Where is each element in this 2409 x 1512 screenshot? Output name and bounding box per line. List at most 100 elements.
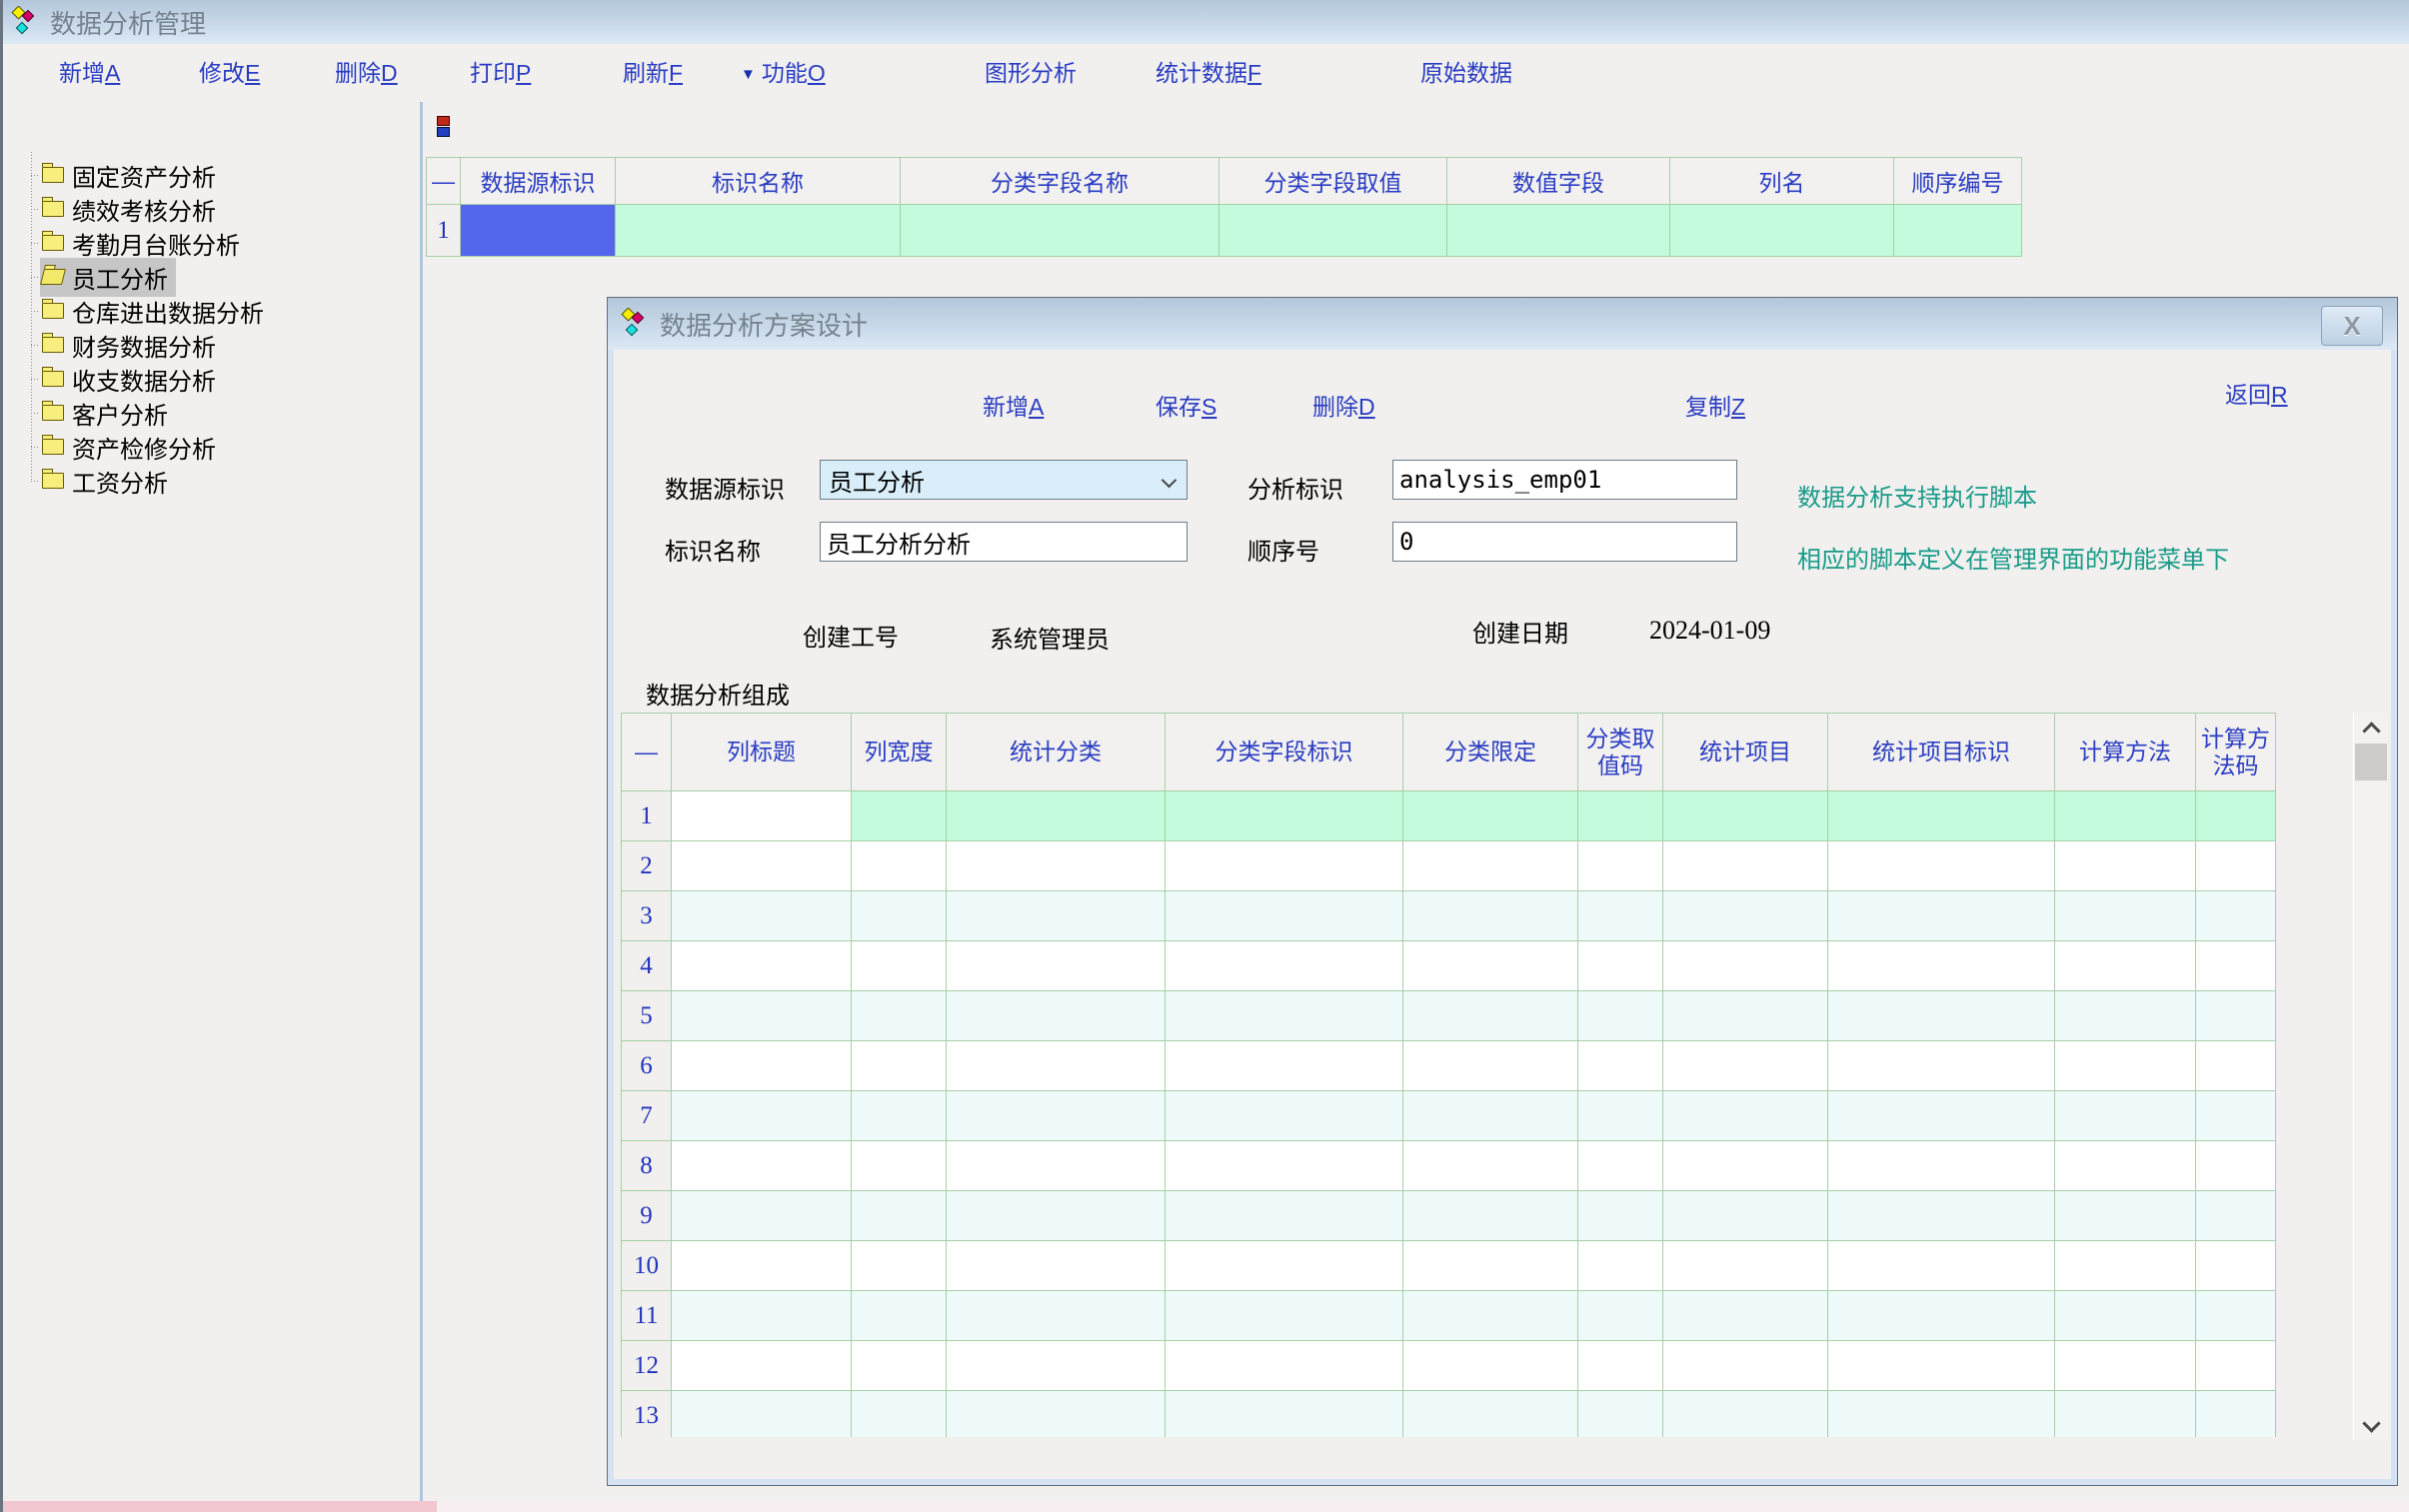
column-header[interactable]: 标识名称: [616, 158, 901, 205]
grid-cell[interactable]: [2055, 791, 2196, 841]
grid-cell[interactable]: [1166, 791, 1403, 841]
grid-cell[interactable]: [2196, 941, 2276, 991]
grid-cell[interactable]: [1828, 1341, 2055, 1391]
column-header[interactable]: 分类取值码: [1578, 714, 1663, 791]
grid-cell[interactable]: [1166, 1141, 1403, 1191]
column-header[interactable]: 分类限定: [1403, 714, 1578, 791]
grid-cell[interactable]: [2196, 991, 2276, 1041]
grid-cell[interactable]: [2196, 1141, 2276, 1191]
analysis-id-field[interactable]: [1392, 460, 1737, 500]
grid-cell[interactable]: [947, 1341, 1166, 1391]
grid-cell[interactable]: [2196, 891, 2276, 941]
grid-cell[interactable]: [1578, 1341, 1663, 1391]
grid-cell[interactable]: [2196, 1091, 2276, 1141]
grid-cell[interactable]: [1828, 991, 2055, 1041]
grid-cell[interactable]: [1578, 1091, 1663, 1141]
new-button[interactable]: 新增A: [59, 44, 120, 102]
grid-cell[interactable]: [1403, 891, 1578, 941]
function-menu-button[interactable]: ▼功能O: [741, 44, 826, 102]
vertical-scrollbar[interactable]: [2353, 713, 2388, 1440]
grid-cell[interactable]: [947, 791, 1166, 841]
grid-cell[interactable]: [672, 1191, 852, 1241]
grid-cell[interactable]: [852, 1391, 947, 1438]
row-number-cell[interactable]: 6: [622, 1041, 672, 1091]
grid-cell[interactable]: [1166, 891, 1403, 941]
grid-cell[interactable]: [2196, 1041, 2276, 1091]
sidebar-item-8[interactable]: 客户分析: [3, 396, 272, 430]
grid-cell[interactable]: [1578, 1241, 1663, 1291]
grid-cell[interactable]: [1403, 1291, 1578, 1341]
grid-cell[interactable]: [1663, 1241, 1828, 1291]
column-header[interactable]: 统计分类: [947, 714, 1166, 791]
grid-cell[interactable]: [672, 1291, 852, 1341]
column-header[interactable]: 列宽度: [852, 714, 947, 791]
grid-cell[interactable]: [1578, 841, 1663, 891]
refresh-button[interactable]: 刷新F: [623, 44, 683, 102]
sidebar-item-9[interactable]: 资产检修分析: [3, 430, 272, 464]
grid-cell[interactable]: [1828, 1141, 2055, 1191]
sidebar-item-5[interactable]: 仓库进出数据分析: [3, 294, 272, 328]
sidebar-item-10[interactable]: 工资分析: [3, 464, 272, 498]
grid-cell[interactable]: [1578, 791, 1663, 841]
grid-cell[interactable]: [1828, 1241, 2055, 1291]
row-number-cell[interactable]: 3: [622, 891, 672, 941]
grid-cell[interactable]: [947, 1091, 1166, 1141]
grid-cell[interactable]: [1828, 1191, 2055, 1241]
grid-cell[interactable]: [672, 1041, 852, 1091]
sidebar-item-1[interactable]: 固定资产分析: [3, 158, 272, 192]
grid-cell[interactable]: [1403, 991, 1578, 1041]
grid-cell[interactable]: [852, 991, 947, 1041]
grid-cell[interactable]: [672, 1141, 852, 1191]
sidebar-item-7[interactable]: 收支数据分析: [3, 362, 272, 396]
grid-cell[interactable]: [1578, 891, 1663, 941]
grid-cell[interactable]: [1663, 941, 1828, 991]
edit-button[interactable]: 修改E: [199, 44, 260, 102]
grid-cell[interactable]: [1166, 1341, 1403, 1391]
column-header[interactable]: 分类字段名称: [901, 158, 1219, 205]
grid-cell[interactable]: [672, 791, 852, 841]
grid-cell[interactable]: [1403, 1391, 1578, 1438]
grid-cell[interactable]: [947, 841, 1166, 891]
grid-cell[interactable]: [1403, 1241, 1578, 1291]
grid-cell[interactable]: [1166, 1091, 1403, 1141]
row-number-cell[interactable]: 10: [622, 1241, 672, 1291]
name-field[interactable]: [820, 522, 1188, 562]
design-grid-corner-selector[interactable]: —: [622, 714, 672, 791]
grid-cell[interactable]: [1663, 841, 1828, 891]
grid-cell[interactable]: [852, 1141, 947, 1191]
grid-cell[interactable]: [901, 205, 1219, 257]
row-number-cell[interactable]: 5: [622, 991, 672, 1041]
dialog-copy-button[interactable]: 复制Z: [1685, 388, 1745, 422]
grid-cell[interactable]: [2055, 1141, 2196, 1191]
grid-cell[interactable]: [1403, 1141, 1578, 1191]
pin-icon[interactable]: [437, 116, 450, 137]
grid-cell[interactable]: [672, 1391, 852, 1438]
grid-cell[interactable]: [2055, 1191, 2196, 1241]
row-number-cell[interactable]: 13: [622, 1391, 672, 1438]
grid-cell[interactable]: [672, 1341, 852, 1391]
grid-cell[interactable]: [947, 1241, 1166, 1291]
grid-cell[interactable]: [1828, 891, 2055, 941]
grid-cell[interactable]: [1403, 1191, 1578, 1241]
grid-cell[interactable]: [1447, 205, 1670, 257]
grid-cell[interactable]: [947, 1291, 1166, 1341]
close-icon[interactable]: X: [2321, 306, 2383, 346]
scrollbar-thumb[interactable]: [2355, 744, 2387, 780]
statistics-data-button[interactable]: 统计数据F: [1156, 44, 1261, 102]
grid-cell[interactable]: [852, 1341, 947, 1391]
grid-cell[interactable]: [1828, 1091, 2055, 1141]
grid-cell[interactable]: [1166, 1191, 1403, 1241]
row-number-cell[interactable]: 9: [622, 1191, 672, 1241]
grid-cell[interactable]: [2196, 1341, 2276, 1391]
grid-cell[interactable]: [1166, 1291, 1403, 1341]
grid-cell[interactable]: [2196, 1391, 2276, 1438]
grid-cell[interactable]: [2055, 1291, 2196, 1341]
grid-cell[interactable]: [1663, 1141, 1828, 1191]
grid-cell[interactable]: [2055, 841, 2196, 891]
column-header[interactable]: 分类字段取值: [1219, 158, 1447, 205]
grid-cell[interactable]: [672, 891, 852, 941]
grid-cell[interactable]: [852, 841, 947, 891]
grid-cell[interactable]: [1403, 791, 1578, 841]
grid-cell[interactable]: [1663, 1341, 1828, 1391]
source-combobox[interactable]: 员工分析: [820, 460, 1188, 500]
